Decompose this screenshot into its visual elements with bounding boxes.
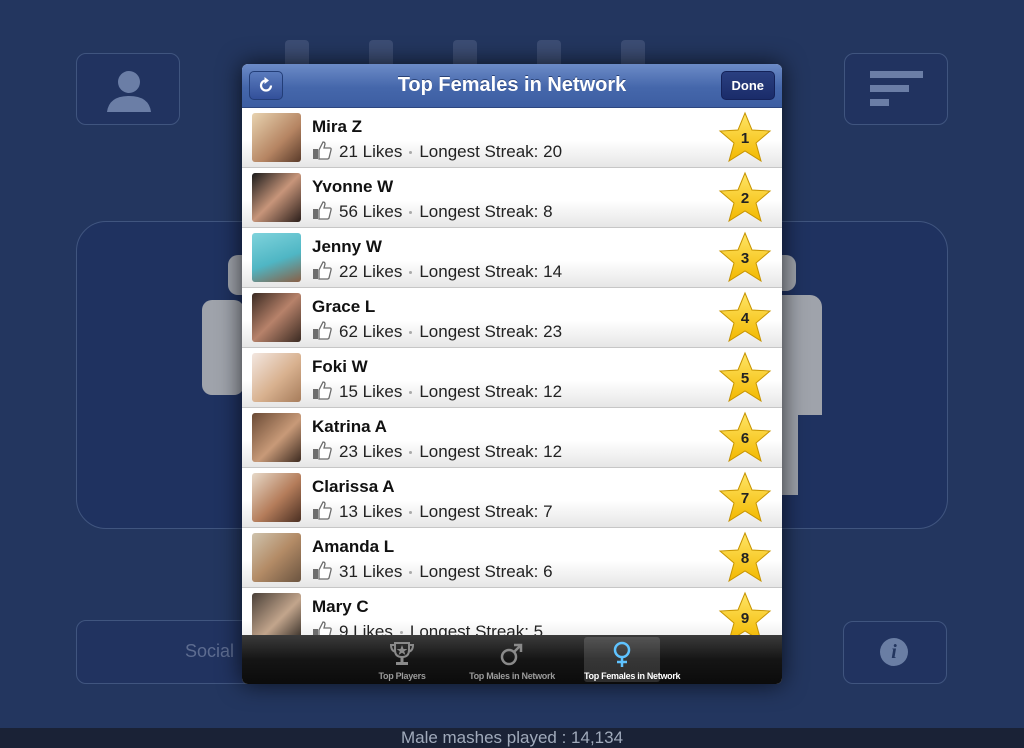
user-avatar [252, 533, 301, 582]
user-avatar [252, 413, 301, 462]
leaderboard-row[interactable]: Yvonne W 56 Likes Longest Streak: 8 2 [242, 168, 782, 228]
tab-top-males[interactable]: Top Males in Network [468, 637, 556, 682]
separator-dot [409, 391, 413, 395]
tab-top-players[interactable]: Top Players [364, 637, 440, 682]
rank-number: 3 [740, 250, 750, 267]
info-icon: i [880, 638, 908, 666]
leaderboard-row[interactable]: Jenny W 22 Likes Longest Streak: 14 3 [242, 228, 782, 288]
thumbs-up-icon [313, 621, 332, 635]
separator-dot [409, 151, 413, 155]
mashes-played-footer: Male mashes played : 14,134 [0, 728, 1024, 748]
leaderboard-list[interactable]: Mira Z 21 Likes Longest Streak: 20 1 Yvon… [242, 108, 782, 635]
profile-button[interactable] [76, 53, 180, 125]
male-figure-silhouette [202, 300, 244, 395]
leaderboard-row[interactable]: Mira Z 21 Likes Longest Streak: 20 1 [242, 108, 782, 168]
longest-streak: Longest Streak: 14 [419, 262, 563, 281]
likes-count: 21 Likes [339, 142, 403, 161]
user-avatar [252, 473, 301, 522]
longest-streak: Longest Streak: 8 [419, 202, 553, 221]
rank-number: 6 [740, 430, 750, 447]
modal-nav-bar: Top Females in Network Done [242, 64, 782, 108]
user-name: Yvonne W [312, 177, 394, 196]
user-name: Jenny W [312, 237, 382, 256]
likes-count: 13 Likes [339, 502, 403, 521]
tab-bar: Top Players Top Males in Network Top Fem… [242, 635, 782, 684]
likes-count: 15 Likes [339, 382, 403, 401]
sort-menu-button[interactable] [844, 53, 948, 125]
thumbs-up-icon [313, 261, 332, 280]
user-avatar [252, 233, 301, 282]
leaderboard-modal: Top Females in Network Done Mira Z 21 Li… [242, 64, 782, 684]
separator-dot [399, 631, 403, 635]
person-icon [107, 71, 151, 112]
likes-count: 9 Likes [339, 622, 393, 635]
user-avatar [252, 293, 301, 342]
user-avatar [252, 173, 301, 222]
user-name: Foki W [312, 357, 368, 376]
leaderboard-row[interactable]: Mary C 9 Likes Longest Streak: 5 9 [242, 588, 782, 635]
likes-count: 23 Likes [339, 442, 403, 461]
tab-top-females[interactable]: Top Females in Network [584, 637, 681, 682]
user-avatar [252, 113, 301, 162]
sort-lines-icon [870, 71, 923, 106]
user-name: Mira Z [312, 117, 363, 136]
longest-streak: Longest Streak: 7 [419, 502, 553, 521]
tab-label: Top Players [378, 671, 426, 681]
longest-streak: Longest Streak: 6 [419, 562, 553, 581]
rank-number: 4 [740, 310, 750, 327]
user-name: Katrina A [312, 417, 387, 436]
leaderboard-row[interactable]: Foki W 15 Likes Longest Streak: 12 5 [242, 348, 782, 408]
longest-streak: Longest Streak: 12 [419, 382, 563, 401]
thumbs-up-icon [313, 381, 332, 400]
separator-dot [409, 211, 413, 215]
tab-label: Top Females in Network [584, 671, 681, 681]
separator-dot [409, 271, 413, 275]
female-figure-silhouette [782, 295, 822, 415]
female-symbol-icon [613, 641, 631, 667]
likes-count: 62 Likes [339, 322, 403, 341]
user-name: Clarissa A [312, 477, 395, 496]
rank-number: 5 [740, 370, 750, 387]
longest-streak: Longest Streak: 12 [419, 442, 563, 461]
thumbs-up-icon [313, 141, 332, 160]
user-avatar [252, 593, 301, 635]
rank-number: 1 [740, 130, 750, 147]
likes-count: 56 Likes [339, 202, 403, 221]
done-button[interactable]: Done [720, 71, 775, 100]
thumbs-up-icon [313, 561, 332, 580]
separator-dot [409, 571, 413, 575]
leaderboard-row[interactable]: Grace L 62 Likes Longest Streak: 23 4 [242, 288, 782, 348]
modal-title: Top Females in Network [397, 74, 627, 96]
user-name: Mary C [312, 597, 369, 616]
user-avatar [252, 353, 301, 402]
female-figure-leg [782, 415, 798, 495]
rank-number: 2 [740, 190, 750, 207]
longest-streak: Longest Streak: 5 [409, 622, 544, 635]
longest-streak: Longest Streak: 23 [419, 322, 563, 341]
rank-number: 8 [740, 550, 750, 567]
leaderboard-row[interactable]: Amanda L 31 Likes Longest Streak: 6 8 [242, 528, 782, 588]
leaderboard-row[interactable]: Clarissa A 13 Likes Longest Streak: 7 7 [242, 468, 782, 528]
user-name: Grace L [312, 297, 376, 316]
thumbs-up-icon [313, 501, 332, 520]
rank-number: 9 [740, 610, 750, 627]
user-name: Amanda L [312, 537, 395, 556]
social-label: Social [185, 641, 235, 661]
separator-dot [409, 511, 413, 515]
thumbs-up-icon [313, 441, 332, 460]
separator-dot [409, 331, 413, 335]
trophy-icon [389, 642, 415, 665]
leaderboard-row[interactable]: Katrina A 23 Likes Longest Streak: 12 6 [242, 408, 782, 468]
longest-streak: Longest Streak: 20 [419, 142, 563, 161]
likes-count: 31 Likes [339, 562, 403, 581]
male-symbol-icon [500, 643, 523, 666]
female-figure-head [782, 255, 796, 291]
thumbs-up-icon [313, 321, 332, 340]
rank-number: 7 [740, 490, 750, 507]
likes-count: 22 Likes [339, 262, 403, 281]
separator-dot [409, 451, 413, 455]
thumbs-up-icon [313, 201, 332, 220]
tab-label: Top Males in Network [469, 671, 555, 681]
